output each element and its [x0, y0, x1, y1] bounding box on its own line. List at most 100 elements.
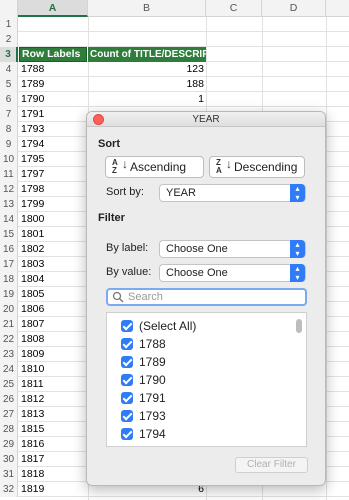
cell-a[interactable]: 1818: [21, 467, 87, 482]
checkbox-checked-icon[interactable]: [121, 428, 133, 440]
checkbox-checked-icon[interactable]: [121, 374, 133, 386]
row-number[interactable]: 25: [0, 377, 18, 392]
row-number[interactable]: 20: [0, 302, 18, 317]
search-input[interactable]: Search: [106, 288, 307, 306]
cell-a[interactable]: [21, 32, 87, 47]
cell-a[interactable]: 1810: [21, 362, 87, 377]
sort-by-value: YEAR: [166, 187, 196, 199]
row-number[interactable]: 29: [0, 437, 18, 452]
by-value-select[interactable]: Choose One ▴ ▾: [159, 264, 306, 282]
row-number[interactable]: 13: [0, 197, 18, 212]
sheet-row: 4 1788 123: [0, 62, 349, 77]
checkbox-checked-icon[interactable]: [121, 410, 133, 422]
cell-a[interactable]: 1791: [21, 107, 87, 122]
row-number[interactable]: 14: [0, 212, 18, 227]
by-value-value: Choose One: [166, 267, 228, 279]
row-number[interactable]: 28: [0, 422, 18, 437]
cell-a[interactable]: 1793: [21, 122, 87, 137]
cell-a[interactable]: 1806: [21, 302, 87, 317]
row-number[interactable]: 5: [0, 77, 18, 92]
row-number[interactable]: 21: [0, 317, 18, 332]
sheet-row: 1: [0, 17, 349, 32]
row-number[interactable]: 12: [0, 182, 18, 197]
cell-a[interactable]: 1809: [21, 347, 87, 362]
cell-a[interactable]: 1805: [21, 287, 87, 302]
by-label-select[interactable]: Choose One ▴ ▾: [159, 240, 306, 258]
close-icon[interactable]: [93, 114, 104, 125]
select-all-corner[interactable]: [0, 0, 18, 17]
filter-list-item-label: 1788: [139, 337, 166, 351]
cell-a[interactable]: 1815: [21, 422, 87, 437]
row-number[interactable]: 22: [0, 332, 18, 347]
row-number[interactable]: 8: [0, 122, 18, 137]
row-number[interactable]: 30: [0, 452, 18, 467]
row-number[interactable]: 17: [0, 257, 18, 272]
column-header-b[interactable]: B: [88, 0, 206, 17]
cell-a[interactable]: 1790: [21, 92, 87, 107]
pivot-count-header-cell[interactable]: Count of TITLE/DESCRIPT: [88, 47, 206, 62]
column-header-c[interactable]: C: [206, 0, 262, 17]
row-number[interactable]: 18: [0, 272, 18, 287]
checkbox-checked-icon[interactable]: [121, 320, 133, 332]
row-number[interactable]: 3: [0, 47, 18, 62]
row-number[interactable]: 27: [0, 407, 18, 422]
row-number[interactable]: 9: [0, 137, 18, 152]
pivot-row-labels-cell[interactable]: Row Labels: [19, 47, 87, 62]
scrollbar-thumb[interactable]: [296, 319, 302, 333]
checkbox-checked-icon[interactable]: [121, 356, 133, 368]
column-header-a[interactable]: A: [18, 0, 88, 17]
cell-a[interactable]: 1797: [21, 167, 87, 182]
row-number[interactable]: 24: [0, 362, 18, 377]
cell-a[interactable]: [21, 17, 87, 32]
row-number[interactable]: 10: [0, 152, 18, 167]
cell-a[interactable]: 1798: [21, 182, 87, 197]
cell-a[interactable]: 1788: [21, 62, 87, 77]
row-number[interactable]: 26: [0, 392, 18, 407]
cell-a[interactable]: 1807: [21, 317, 87, 332]
cell-a[interactable]: 1801: [21, 227, 87, 242]
cell-a[interactable]: 1802: [21, 242, 87, 257]
row-number[interactable]: 2: [0, 32, 18, 47]
checkbox-checked-icon[interactable]: [121, 392, 133, 404]
cell-a[interactable]: 1819: [21, 482, 87, 497]
cell-a[interactable]: 1795: [21, 152, 87, 167]
row-number[interactable]: 16: [0, 242, 18, 257]
row-number[interactable]: 4: [0, 62, 18, 77]
cell-a[interactable]: 1794: [21, 137, 87, 152]
row-number[interactable]: 15: [0, 227, 18, 242]
cell-a[interactable]: 1811: [21, 377, 87, 392]
cell-b[interactable]: 1: [90, 92, 204, 107]
cell-a[interactable]: 1799: [21, 197, 87, 212]
row-number[interactable]: 31: [0, 467, 18, 482]
sort-descending-button[interactable]: Z A ↓ Descending: [209, 156, 305, 178]
row-number[interactable]: 11: [0, 167, 18, 182]
cell-b[interactable]: [90, 32, 204, 47]
sort-by-label: Sort by:: [106, 186, 144, 198]
cell-a[interactable]: 1812: [21, 392, 87, 407]
sort-ascending-button[interactable]: A Z ↓ Ascending: [105, 156, 204, 178]
cell-a[interactable]: 1808: [21, 332, 87, 347]
cell-a[interactable]: 1816: [21, 437, 87, 452]
checkbox-checked-icon[interactable]: [121, 446, 133, 447]
cell-a[interactable]: 1789: [21, 77, 87, 92]
sort-by-select[interactable]: YEAR ▴ ▾: [159, 184, 306, 202]
cell-a[interactable]: 1813: [21, 407, 87, 422]
row-number[interactable]: 7: [0, 107, 18, 122]
checkbox-checked-icon[interactable]: [121, 338, 133, 350]
row-number[interactable]: 1: [0, 17, 18, 32]
row-number[interactable]: 32: [0, 482, 18, 497]
row-number[interactable]: 6: [0, 92, 18, 107]
cell-b[interactable]: 123: [90, 62, 204, 77]
clear-filter-button[interactable]: Clear Filter: [235, 457, 308, 473]
cell-a[interactable]: 1804: [21, 272, 87, 287]
cell-a[interactable]: 1803: [21, 257, 87, 272]
cell-a[interactable]: 1817: [21, 452, 87, 467]
column-header-d[interactable]: D: [262, 0, 326, 17]
row-number[interactable]: 19: [0, 287, 18, 302]
by-label-label: By label:: [106, 242, 149, 254]
column-header-row: A B C D: [0, 0, 349, 17]
row-number[interactable]: 23: [0, 347, 18, 362]
cell-b[interactable]: 188: [90, 77, 204, 92]
cell-a[interactable]: 1800: [21, 212, 87, 227]
cell-b[interactable]: [90, 17, 204, 32]
